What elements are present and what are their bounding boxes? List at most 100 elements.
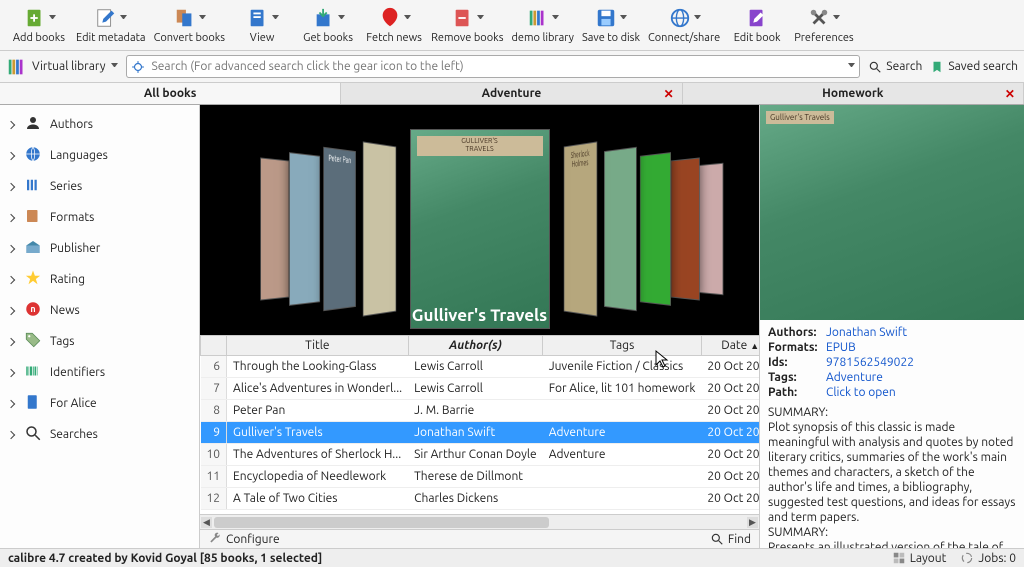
sidebar-item-languages[interactable]: Languages <box>0 140 199 171</box>
column-header-date[interactable]: Date▲ <box>701 336 759 356</box>
column-header-authors[interactable]: Author(s) <box>408 336 543 356</box>
connect-share-button[interactable]: Connect/share <box>644 4 724 46</box>
convert-books-button[interactable]: Convert books <box>150 4 230 46</box>
remove-books-button[interactable]: Remove books <box>427 4 507 46</box>
edit-book-button[interactable]: Edit book <box>724 4 790 46</box>
edit-book-icon <box>745 6 769 30</box>
table-row[interactable]: 12 A Tale of Two Cities Charles Dickens … <box>201 488 760 510</box>
configure-button[interactable]: Configure <box>208 532 280 546</box>
add-books-button[interactable]: Add books <box>6 4 72 46</box>
meta-path-link[interactable]: Click to open <box>826 386 1016 399</box>
sidebar-label: Rating <box>50 273 85 286</box>
cover-item[interactable]: SherlockHolmes <box>563 142 596 317</box>
chevron-down-icon[interactable] <box>848 63 855 70</box>
chevron-down-icon[interactable] <box>552 15 559 22</box>
tab-homework[interactable]: Homework✕ <box>683 83 1024 104</box>
sidebar-item-searches[interactable]: Searches <box>0 419 199 450</box>
cover-item[interactable] <box>604 147 637 311</box>
meta-formats-link[interactable]: EPUB <box>826 341 1016 354</box>
cover-item[interactable] <box>670 158 699 301</box>
cover-item-selected[interactable]: GULLIVER'STRAVELS <box>410 129 550 329</box>
toolbar-label: Remove books <box>431 32 503 44</box>
cover-item[interactable]: Peter Pan <box>323 147 356 311</box>
get-books-button[interactable]: Get books <box>295 4 361 46</box>
sidebar-item-publisher[interactable]: Publisher <box>0 233 199 264</box>
fetch-news-icon <box>378 6 402 30</box>
chevron-down-icon[interactable] <box>477 15 484 22</box>
virtual-library-button[interactable]: Virtual library <box>6 56 118 78</box>
cover-item[interactable] <box>260 158 289 301</box>
table-row[interactable]: 8 Peter Pan J. M. Barrie 20 Oct 2010 <box>201 400 760 422</box>
sidebar-item-for-alice[interactable]: For Alice <box>0 388 199 419</box>
edit-metadata-button[interactable]: Edit metadata <box>72 4 150 46</box>
cell-author: Lewis Carroll <box>408 356 543 378</box>
cover-item[interactable] <box>639 152 670 306</box>
cover-item[interactable] <box>289 152 320 306</box>
tab-adventure[interactable]: Adventure✕ <box>341 83 682 104</box>
searches-icon <box>24 424 42 445</box>
sidebar-item-news[interactable]: nNews <box>0 295 199 326</box>
chevron-down-icon[interactable] <box>404 15 411 22</box>
chevron-down-icon[interactable] <box>694 15 701 22</box>
table-row[interactable]: 7 Alice's Adventures in Wonderl... Lewis… <box>201 378 760 400</box>
table-row[interactable]: 11 Encyclopedia of Needlework Therese de… <box>201 466 760 488</box>
chevron-down-icon[interactable] <box>49 15 56 22</box>
chevron-down-icon[interactable] <box>272 15 279 22</box>
table-row[interactable]: 9 Gulliver's Travels Jonathan Swift Adve… <box>201 422 760 444</box>
search-input[interactable] <box>149 58 846 75</box>
book-cover[interactable]: Gulliver's Travels <box>760 105 1024 320</box>
horizontal-scrollbar[interactable]: ◀ ▶ <box>200 514 759 529</box>
chevron-down-icon[interactable] <box>338 15 345 22</box>
saved-search-button[interactable]: Saved search <box>930 60 1018 74</box>
meta-authors-link[interactable]: Jonathan Swift <box>826 326 1016 339</box>
layout-button[interactable]: Layout <box>892 551 947 565</box>
close-icon[interactable]: ✕ <box>664 87 674 101</box>
sidebar-item-identifiers[interactable]: Identifiers <box>0 357 199 388</box>
row-number-header[interactable] <box>201 336 227 356</box>
find-button[interactable]: Find <box>710 532 751 546</box>
sidebar-item-tags[interactable]: Tags <box>0 326 199 357</box>
cell-date: 20 Oct 2010 <box>701 488 759 510</box>
sidebar-label: For Alice <box>50 397 97 410</box>
scroll-thumb[interactable] <box>214 517 549 528</box>
jobs-button[interactable]: Jobs: 0 <box>960 551 1016 565</box>
meta-key: Authors: <box>768 326 826 339</box>
scroll-right-arrow[interactable]: ▶ <box>747 517 758 528</box>
table-row[interactable]: 6 Through the Looking-Glass Lewis Carrol… <box>201 356 760 378</box>
tab-all-books[interactable]: All books <box>0 83 341 104</box>
meta-tags-link[interactable]: Adventure <box>826 371 1016 384</box>
cell-date: 20 Oct 2010 <box>701 356 759 378</box>
search-button[interactable]: Search <box>868 60 922 74</box>
close-icon[interactable]: ✕ <box>1005 87 1015 101</box>
fetch-news-button[interactable]: Fetch news <box>361 4 427 46</box>
sidebar-item-rating[interactable]: Rating <box>0 264 199 295</box>
save-disk-button[interactable]: Save to disk <box>578 4 644 46</box>
view-button[interactable]: View <box>229 4 295 46</box>
column-header-title[interactable]: Title <box>227 336 409 356</box>
sidebar-item-formats[interactable]: Formats <box>0 202 199 233</box>
cell-date: 20 Oct 2010 <box>701 378 759 400</box>
cell-title: A Tale of Two Cities <box>227 488 409 510</box>
chevron-down-icon[interactable] <box>199 15 206 22</box>
cover-flow[interactable]: Peter Pan GULLIVER'STRAVELS SherlockHolm… <box>200 105 759 335</box>
sidebar-item-authors[interactable]: Authors <box>0 109 199 140</box>
meta-ids-link[interactable]: 9781562549022 <box>826 356 1016 369</box>
cell-author: Jonathan Swift <box>408 422 543 444</box>
sidebar-label: Languages <box>50 149 108 162</box>
sidebar-item-series[interactable]: Series <box>0 171 199 202</box>
cover-item[interactable] <box>697 163 723 296</box>
cell-tags <box>543 400 702 422</box>
cell-tags <box>543 488 702 510</box>
scroll-left-arrow[interactable]: ◀ <box>201 517 212 528</box>
library-button[interactable]: demo library <box>507 4 577 46</box>
table-row[interactable]: 10 The Adventures of Sherlock H... Sir A… <box>201 444 760 466</box>
cover-item[interactable] <box>362 142 395 317</box>
column-header-tags[interactable]: Tags <box>543 336 702 356</box>
preferences-button[interactable]: Preferences <box>790 4 858 46</box>
chevron-down-icon[interactable] <box>120 15 127 22</box>
row-number: 10 <box>201 444 227 466</box>
gear-icon[interactable] <box>131 60 145 74</box>
main-area: Authors Languages SeriesFormatsPublisher Ra… <box>0 105 1024 548</box>
chevron-down-icon[interactable] <box>833 15 840 22</box>
chevron-down-icon[interactable] <box>620 15 627 22</box>
